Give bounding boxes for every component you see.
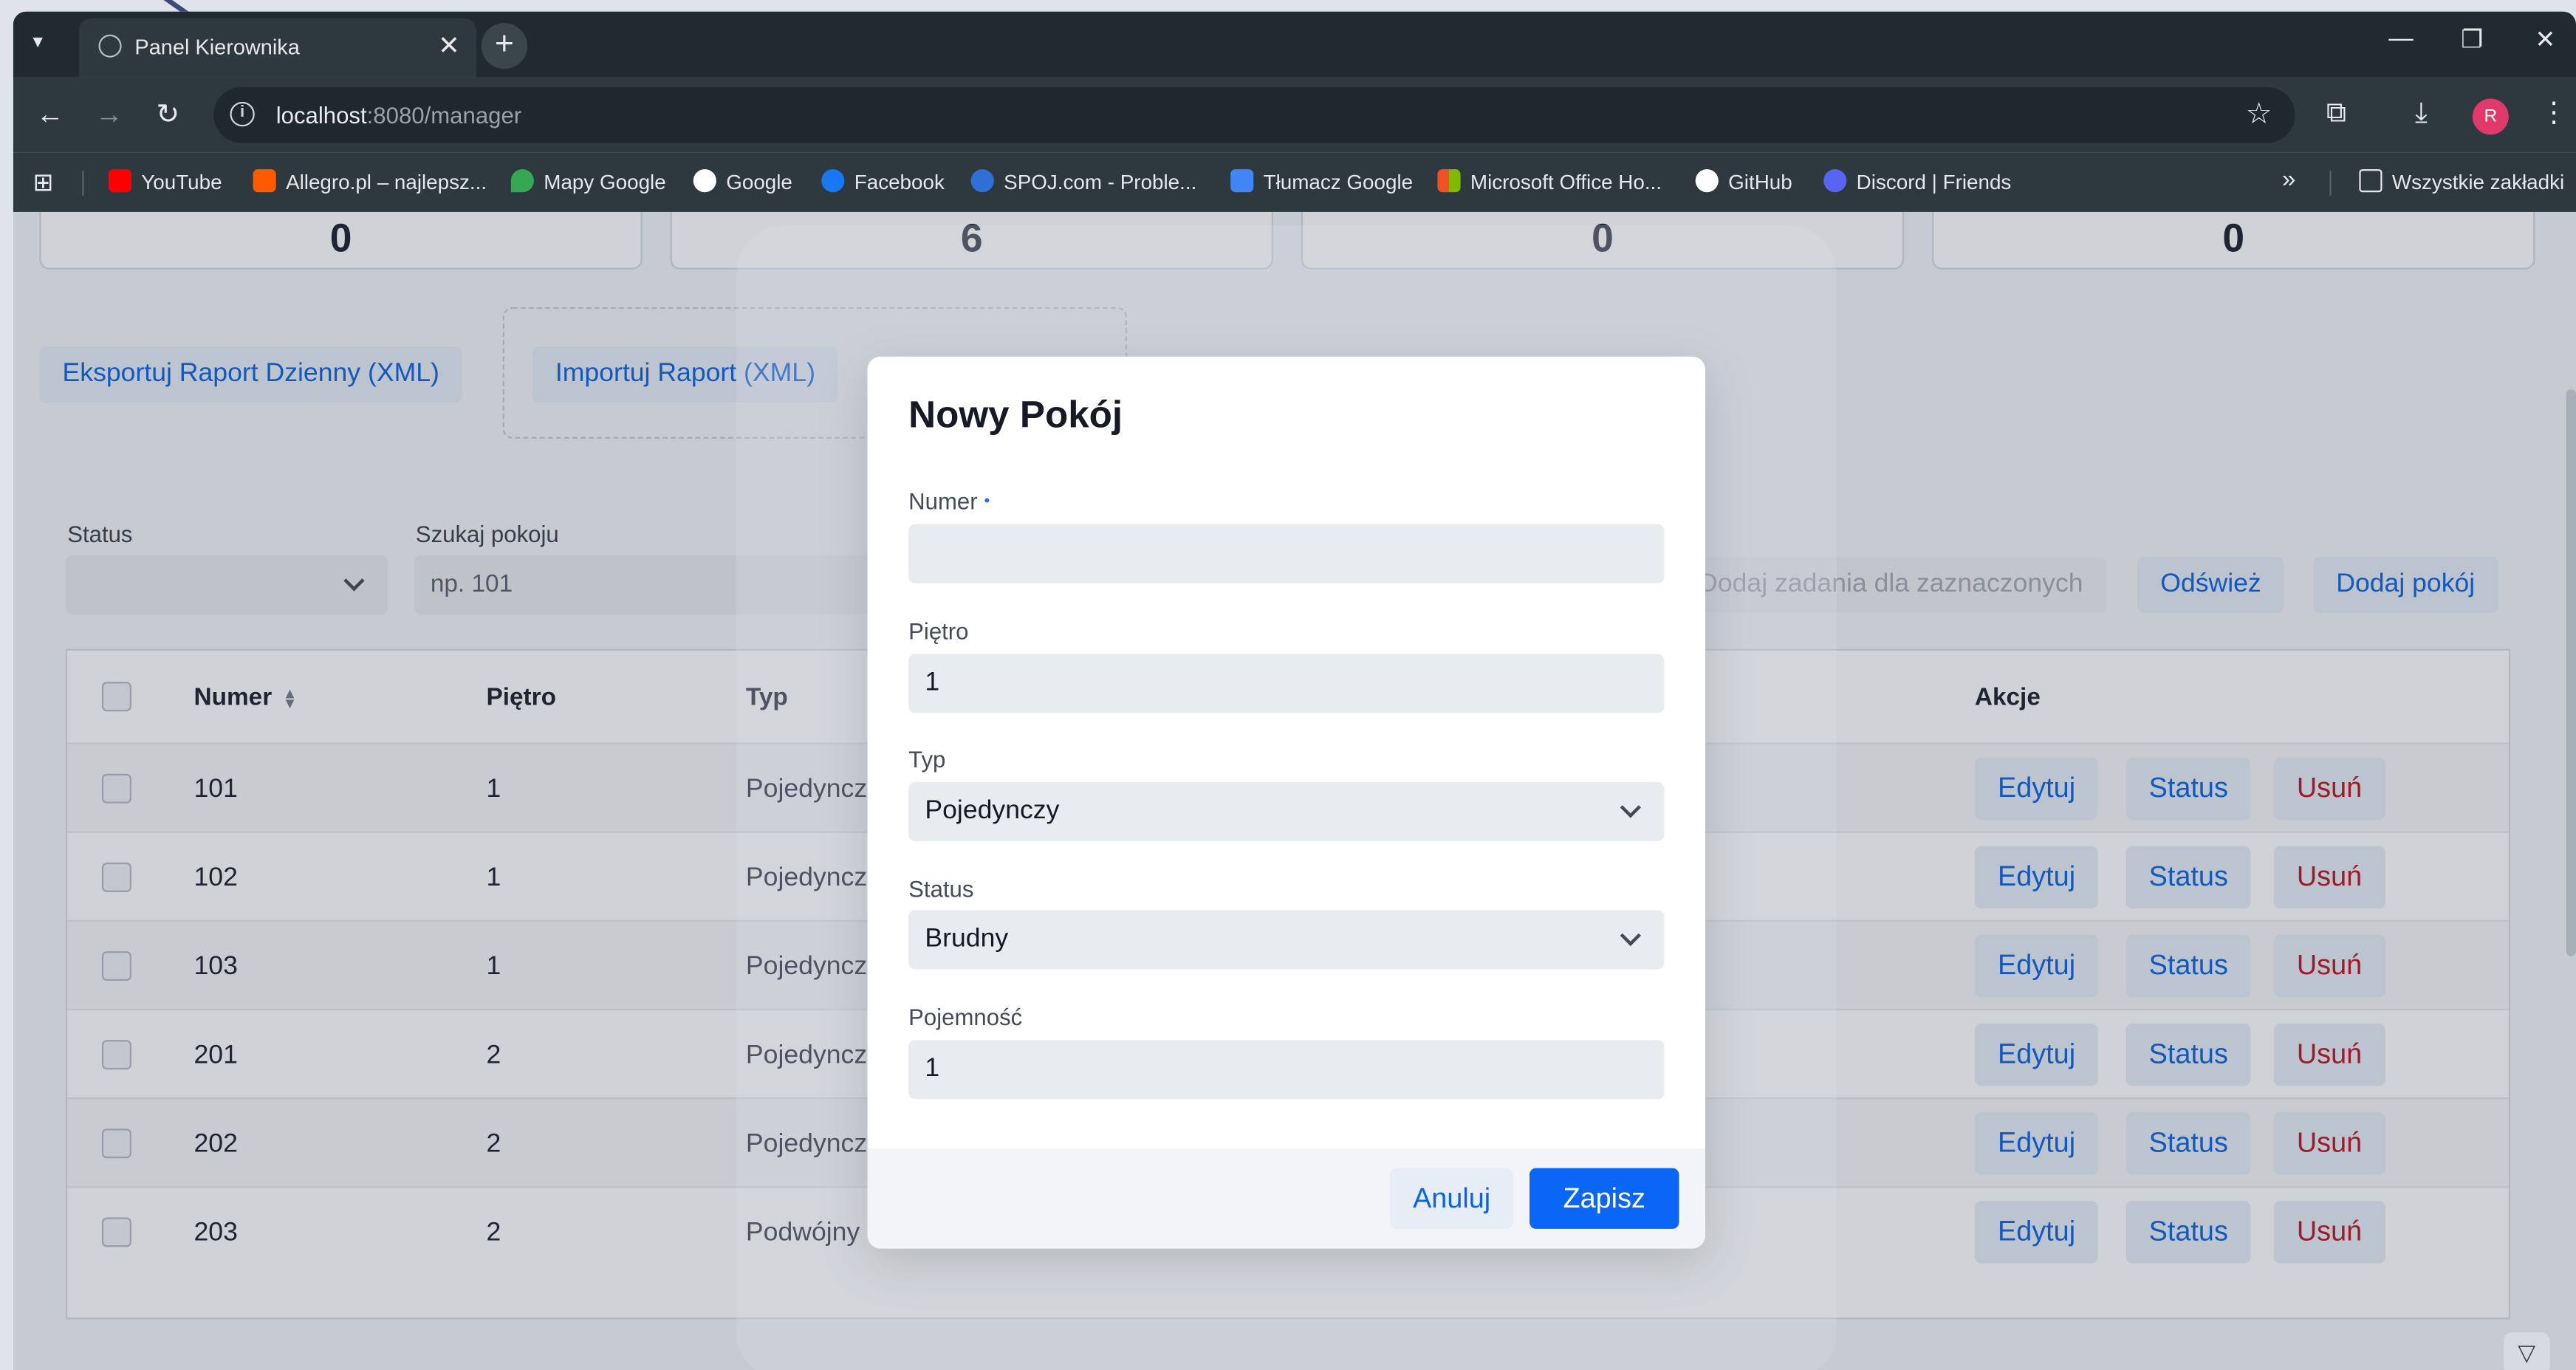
bookmark-spoj[interactable]: SPOJ.com - Proble... xyxy=(970,169,1196,193)
bookmark-google[interactable]: Google xyxy=(693,169,792,193)
floor-label: Piętro xyxy=(908,617,969,645)
new-tab-button[interactable]: + xyxy=(481,23,528,69)
modal-footer: Anuluj Zapisz xyxy=(867,1148,1706,1249)
translate-icon xyxy=(1230,169,1254,193)
back-icon[interactable]: ← xyxy=(36,98,64,131)
discord-icon xyxy=(1823,169,1847,193)
folder-icon xyxy=(2359,169,2383,193)
minimize-icon[interactable]: — xyxy=(2388,24,2413,52)
browser-window: ▾ Panel Kierownika ✕ + — ❐ ✕ ← → ↻ i loc… xyxy=(13,11,2576,1370)
address-bar[interactable]: i localhost:8080/manager ☆ xyxy=(213,86,2295,143)
bookmark-discord[interactable]: Discord | Friends xyxy=(1823,169,2011,193)
download-icon[interactable]: ⤓ xyxy=(2415,97,2428,129)
reload-icon[interactable]: ↻ xyxy=(156,98,179,131)
google-icon xyxy=(693,169,716,193)
status-select-value: Brudny xyxy=(925,925,1009,953)
facebook-icon xyxy=(821,169,845,193)
tab-title: Panel Kierownika xyxy=(134,34,300,60)
globe-icon xyxy=(98,34,122,58)
all-bookmarks[interactable]: Wszystkie zakładki xyxy=(2359,169,2564,193)
browser-toolbar: ← → ↻ i localhost:8080/manager ☆ ⧉ ⤓ ⋮ xyxy=(13,77,2576,153)
bookmarks-separator xyxy=(2329,171,2332,196)
required-marker: • xyxy=(984,493,990,511)
status-label: Status xyxy=(908,875,974,903)
forward-icon[interactable]: → xyxy=(95,98,123,131)
manager-page: 0 6 0 0 Eksportuj Raport Dzienny (XML) I… xyxy=(13,211,2576,1370)
github-icon xyxy=(1695,169,1719,193)
bookmarks-separator xyxy=(82,171,84,196)
site-info-icon[interactable]: i xyxy=(230,101,255,127)
bookmark-facebook[interactable]: Facebook xyxy=(821,169,945,193)
bookmark-mapy-google[interactable]: Mapy Google xyxy=(510,169,666,193)
page-scrollbar[interactable] xyxy=(2566,389,2576,956)
bookmark-microsoft-office[interactable]: Microsoft Office Ho... xyxy=(1437,169,1662,193)
new-room-modal: Nowy Pokój Numer • Piętro 1 Typ Pojedyncz… xyxy=(867,356,1706,1249)
menu-kebab-icon[interactable]: ⋮ xyxy=(2540,97,2568,129)
tab-search-chevron-icon[interactable]: ▾ xyxy=(32,30,42,52)
screen: ▾ Panel Kierownika ✕ + — ❐ ✕ ← → ↻ i loc… xyxy=(0,0,2576,1370)
chevron-down-icon xyxy=(1620,925,1641,947)
bookmark-tlumacz-google[interactable]: Tłumacz Google xyxy=(1230,169,1413,193)
allegro-icon xyxy=(253,169,276,193)
tab-bar: ▾ Panel Kierownika ✕ + — ❐ ✕ xyxy=(13,11,2576,78)
capacity-input[interactable]: 1 xyxy=(908,1040,1665,1100)
type-select[interactable]: Pojedynczy xyxy=(908,781,1665,841)
bookmark-star-icon[interactable]: ☆ xyxy=(2246,97,2272,131)
extensions-icon[interactable]: ⧉ xyxy=(2326,97,2346,129)
url-text: localhost:8080/manager xyxy=(275,101,522,129)
bookmark-youtube[interactable]: YouTube xyxy=(108,169,222,193)
filter-funnel-icon[interactable]: ▽ xyxy=(2504,1332,2550,1370)
bookmark-allegro[interactable]: Allegro.pl – najlepsz... xyxy=(253,169,487,193)
profile-avatar[interactable]: R xyxy=(2472,98,2509,135)
tab-panel-kierownika[interactable]: Panel Kierownika ✕ xyxy=(78,18,477,78)
save-button[interactable]: Zapisz xyxy=(1530,1168,1679,1229)
floor-input[interactable]: 1 xyxy=(908,654,1665,713)
modal-title: Nowy Pokój xyxy=(908,392,1123,436)
more-bookmarks-icon[interactable]: » xyxy=(2282,166,2296,194)
window-close-icon[interactable]: ✕ xyxy=(2535,24,2555,55)
youtube-icon xyxy=(108,169,131,193)
tab-close-icon[interactable]: ✕ xyxy=(438,30,460,62)
restore-icon[interactable]: ❐ xyxy=(2461,24,2483,55)
microsoft-icon xyxy=(1437,169,1461,193)
number-input[interactable] xyxy=(908,524,1665,583)
number-label: Numer • xyxy=(908,487,990,515)
type-select-value: Pojedynczy xyxy=(925,796,1060,825)
type-label: Typ xyxy=(908,745,946,773)
apps-grid-icon[interactable]: ⊞ xyxy=(32,168,53,197)
status-select[interactable]: Brudny xyxy=(908,910,1665,970)
capacity-label: Pojemność xyxy=(908,1004,1023,1030)
bookmark-github[interactable]: GitHub xyxy=(1695,169,1792,193)
spoj-icon xyxy=(970,169,994,193)
maps-pin-icon xyxy=(510,169,534,193)
cancel-button[interactable]: Anuluj xyxy=(1389,1168,1514,1229)
bookmarks-bar: ⊞ YouTube Allegro.pl – najlepsz... Mapy … xyxy=(13,152,2576,212)
chevron-down-icon xyxy=(1620,797,1641,818)
